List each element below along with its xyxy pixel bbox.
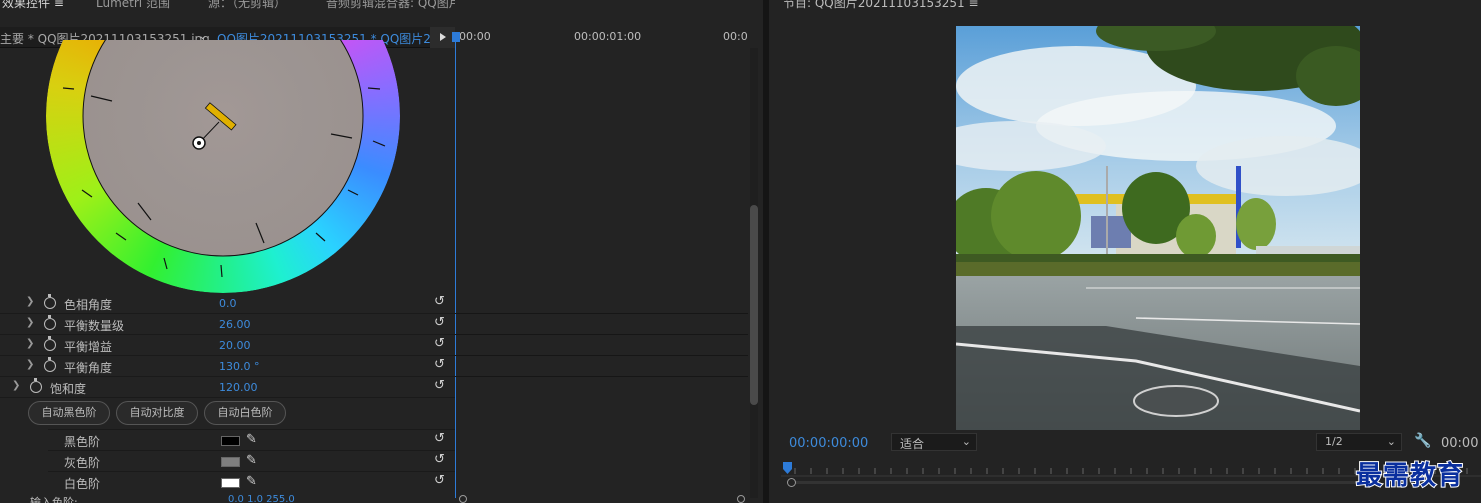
property-row-balance-angle: ❯ 平衡角度 130.0 ° ↺ xyxy=(0,356,455,377)
level-label: 白色阶 xyxy=(64,477,101,491)
property-row-balance-magnitude: ❯ 平衡数量级 26.00 ↺ xyxy=(0,314,455,335)
property-row-hue-angle: ❯ 色相角度 0.0 ↺ xyxy=(0,293,455,314)
level-label: 灰色阶 xyxy=(64,456,101,470)
chevron-down-icon: ⌄ xyxy=(961,435,971,448)
divider xyxy=(455,334,748,335)
level-label: 黑色阶 xyxy=(64,435,101,449)
chevron-right-icon[interactable]: ❯ xyxy=(26,359,34,370)
property-row-saturation: ❯ 饱和度 120.00 ↺ xyxy=(0,377,455,398)
property-value[interactable]: 26.00 xyxy=(219,318,251,331)
property-value[interactable]: 20.00 xyxy=(219,339,251,352)
chevron-right-icon[interactable]: ❯ xyxy=(26,296,34,307)
color-swatch[interactable] xyxy=(221,478,240,488)
effect-timeline: 00:00 00:00:01:00 00:0 xyxy=(452,0,763,503)
reset-icon[interactable]: ↺ xyxy=(434,336,445,351)
playhead-line xyxy=(455,38,456,498)
stopwatch-icon[interactable] xyxy=(44,315,56,330)
chevron-right-icon[interactable]: ❯ xyxy=(26,338,34,349)
auto-contrast-button[interactable]: 自动对比度 xyxy=(116,401,198,425)
color-swatch[interactable] xyxy=(221,457,240,467)
input-level-values[interactable]: 0.0 1.0 255.0 xyxy=(228,494,295,503)
reset-icon[interactable]: ↺ xyxy=(434,294,445,309)
time-ruler[interactable]: 00:00 00:00:01:00 00:0 xyxy=(455,27,763,48)
property-label: 平衡角度 xyxy=(64,361,113,375)
stopwatch-icon[interactable] xyxy=(44,357,56,372)
eyedropper-icon[interactable]: ✎ xyxy=(246,453,257,468)
program-monitor-title[interactable]: 节目: QQ图片20211103153251 ≡ xyxy=(783,0,979,11)
wrench-icon[interactable]: 🔧 xyxy=(1414,433,1431,449)
resolution-value: 1/2 xyxy=(1325,435,1343,448)
divider xyxy=(455,355,748,356)
horizontal-scrollbar[interactable] xyxy=(455,495,748,503)
chevron-down-icon: ⌄ xyxy=(1386,435,1396,448)
playhead-handle[interactable] xyxy=(452,32,460,42)
eyedropper-icon[interactable]: ✎ xyxy=(246,474,257,489)
tab-lumetri-scopes[interactable]: Lumetri 范围 xyxy=(96,0,170,11)
duration-timecode: 00:00 xyxy=(1441,436,1479,451)
reset-icon[interactable]: ↺ xyxy=(434,431,445,446)
property-row-balance-gain: ❯ 平衡增益 20.00 ↺ xyxy=(0,335,455,356)
level-row-white: 白色阶 ✎ ↺ xyxy=(48,471,455,492)
effect-controls-panel: 效果控件 ≡ Lumetri 范围 源：（无剪辑） 音频剪辑混合器: QQ图片2… xyxy=(0,0,568,503)
divider xyxy=(455,313,748,314)
ruler-time: 00:00 xyxy=(459,30,491,43)
color-swatch[interactable] xyxy=(221,436,240,446)
stopwatch-icon[interactable] xyxy=(44,336,56,351)
reset-icon[interactable]: ↺ xyxy=(434,315,445,330)
scroll-knob-right[interactable] xyxy=(737,495,745,503)
level-row-gray: 灰色阶 ✎ ↺ xyxy=(48,450,455,471)
input-level-label: 输入色阶: xyxy=(30,496,78,503)
level-row-black: 黑色阶 ✎ ↺ xyxy=(48,429,455,450)
scrollbar-thumb[interactable] xyxy=(750,205,758,405)
chevron-right-icon[interactable]: ❯ xyxy=(12,380,20,391)
monitor-scrollbar[interactable] xyxy=(787,478,1366,487)
playhead-handle[interactable] xyxy=(783,462,792,474)
watermark-logo: 最需教育 xyxy=(1355,460,1465,492)
reset-icon[interactable]: ↺ xyxy=(434,452,445,467)
auto-white-level-button[interactable]: 自动白色阶 xyxy=(204,401,286,425)
color-balance-wheel[interactable] xyxy=(46,40,400,294)
ruler-time: 00:00:01:00 xyxy=(574,30,642,43)
program-monitor-panel: 节目: QQ图片20211103153251 ≡ 00:00:00:00 适合 … xyxy=(769,0,1481,503)
playback-resolution-select[interactable]: 1/2 ⌄ xyxy=(1316,433,1402,451)
reset-icon[interactable]: ↺ xyxy=(434,357,445,372)
scroll-knob-left[interactable] xyxy=(459,495,467,503)
stopwatch-icon[interactable] xyxy=(30,378,42,393)
current-timecode[interactable]: 00:00:00:00 xyxy=(789,436,868,451)
divider xyxy=(455,376,748,377)
reset-icon[interactable]: ↺ xyxy=(434,378,445,393)
zoom-level-select[interactable]: 适合 ⌄ xyxy=(891,433,977,451)
property-value[interactable]: 0.0 xyxy=(219,297,237,310)
eyedropper-icon[interactable]: ✎ xyxy=(246,432,257,447)
chevron-right-icon[interactable]: ❯ xyxy=(26,317,34,328)
property-label: 平衡增益 xyxy=(64,340,113,354)
property-label: 饱和度 xyxy=(50,382,87,396)
reset-icon[interactable]: ↺ xyxy=(434,473,445,488)
scroll-knob[interactable] xyxy=(787,478,796,487)
scroll-track xyxy=(796,481,1366,484)
video-preview[interactable] xyxy=(956,26,1360,430)
property-label: 平衡数量级 xyxy=(64,319,125,333)
property-value[interactable]: 130.0 ° xyxy=(219,360,260,373)
zoom-level-value: 适合 xyxy=(900,437,925,451)
property-value[interactable]: 120.00 xyxy=(219,381,258,394)
ruler-time: 00:0 xyxy=(723,30,748,43)
tab-effect-controls[interactable]: 效果控件 ≡ xyxy=(2,0,64,11)
tab-source[interactable]: 源：（无剪辑） xyxy=(208,0,286,11)
property-label: 色相角度 xyxy=(64,298,113,312)
stopwatch-icon[interactable] xyxy=(44,294,56,309)
auto-black-level-button[interactable]: 自动黑色阶 xyxy=(28,401,110,425)
